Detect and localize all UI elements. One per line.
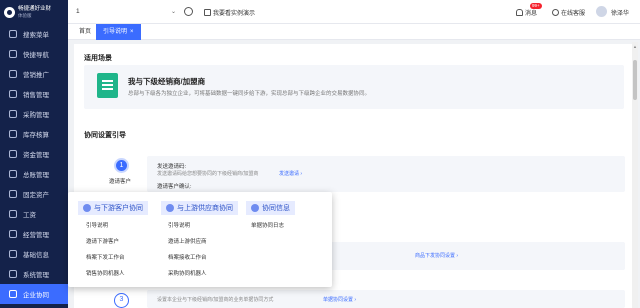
username[interactable]: 徐泽华 — [611, 8, 629, 17]
menu-item-archive-receiving[interactable]: 档案接收工作台 — [168, 254, 207, 270]
scenario-card-title: 我与下级经销商/加盟商 — [128, 77, 206, 86]
step-1-indicator: 1 — [114, 158, 129, 173]
sidebar-item-purchase[interactable]: 采购管理 — [0, 104, 68, 124]
product-sync-settings-link[interactable]: 商品下发协同设置 › — [415, 252, 458, 259]
customer-service-button[interactable]: 在线客服 — [552, 8, 585, 17]
scenario-card-description: 总部与下级各为独立企业，可将基础数据一键同步给下游，实现总部与下级跨企业的交易数… — [128, 91, 371, 97]
downstream-menu-list: 引导说明 邀请下游客户 档案下发工作台 销售协同机器人 — [86, 222, 125, 286]
demo-link[interactable]: 我要看实例演示 — [204, 8, 255, 17]
building-icon — [9, 190, 17, 198]
sidebar-item-enterprise-collaboration[interactable]: 企业协同 — [0, 284, 68, 304]
ledger-icon — [9, 170, 17, 178]
money-icon — [9, 210, 17, 218]
step-1-confirm-title: 邀请客户确认: — [157, 184, 192, 190]
tab-guide[interactable]: 引导说明 × — [96, 24, 141, 40]
close-icon[interactable]: × — [130, 29, 134, 35]
setup-guide-title: 协同设置引导 — [84, 132, 126, 139]
scrollbar-thumb[interactable] — [633, 60, 637, 100]
popup-tab-info[interactable]: 协同信息 — [246, 201, 295, 215]
bell-icon — [516, 9, 523, 16]
sidebar-item-marketing[interactable]: 营销推广 — [0, 64, 68, 84]
sidebar-item-system-management[interactable]: 系统管理 — [0, 264, 68, 284]
info-icon — [9, 250, 17, 258]
sidebar-item-search-menu[interactable]: 搜索菜单 — [0, 24, 68, 44]
collaboration-menu-popup: 与下游客户协同 与上游供应商协同 协同信息 引导说明 邀请下游客户 档案下发工作… — [68, 192, 332, 287]
send-invite-link[interactable]: 发送邀请 › — [279, 170, 302, 177]
wallet-icon — [9, 150, 17, 158]
handshake-icon — [166, 204, 174, 212]
link-icon — [9, 290, 17, 298]
cart-icon — [9, 90, 17, 98]
sidebar-item-business-management[interactable]: 经营管理 — [0, 224, 68, 244]
messages-button[interactable]: 消息 99+ — [516, 3, 542, 17]
menu-item-invite-customer[interactable]: 邀请下游客户 — [86, 238, 125, 254]
popup-tab-upstream[interactable]: 与上游供应商协同 — [161, 201, 238, 215]
menu-item-sales-robot[interactable]: 销售协同机器人 — [86, 270, 125, 286]
sidebar-item-basic-info[interactable]: 基础信息 — [0, 244, 68, 264]
scenario-title: 适用场景 — [84, 55, 112, 62]
chart-icon — [9, 230, 17, 238]
scroll-up-icon[interactable]: ▲ — [633, 44, 637, 49]
box-icon — [9, 110, 17, 118]
message-count-badge: 99+ — [530, 3, 542, 9]
account-set-select[interactable]: 1 ⌄ — [76, 8, 176, 15]
document-icon — [97, 73, 118, 98]
popup-tab-downstream[interactable]: 与下游客户协同 — [78, 201, 148, 215]
app-logo[interactable]: 畅捷通好业财 体验版 — [0, 0, 68, 24]
warehouse-icon — [9, 130, 17, 138]
handshake-icon — [83, 204, 91, 212]
sidebar-item-funds[interactable]: 资金管理 — [0, 144, 68, 164]
info-icon — [251, 204, 259, 212]
step-1-title: 发送邀请码: — [157, 164, 187, 170]
sidebar-item-quick-nav[interactable]: 快捷导航 — [0, 44, 68, 64]
step-3-description: 设置本企业与下级经销商/加盟商的业务单据协同方式 — [157, 297, 274, 303]
monitor-icon — [204, 9, 211, 16]
menu-item-sync-log[interactable]: 单据协同日志 — [251, 222, 284, 238]
grid-icon — [9, 50, 17, 58]
sidebar-item-payroll[interactable]: 工资 — [0, 204, 68, 224]
menu-item-purchase-robot[interactable]: 采购协同机器人 — [168, 270, 207, 286]
step-1-description: 发送邀请码给您想要协同的下级经销商/加盟商 — [157, 171, 259, 177]
chevron-down-icon: ⌄ — [170, 9, 176, 15]
settings-gear-icon[interactable] — [184, 7, 193, 16]
gear-icon — [9, 270, 17, 278]
upstream-menu-list: 引导说明 邀请上游供应商 档案接收工作台 采购协同机器人 — [168, 222, 207, 286]
sidebar: 畅捷通好业财 体验版 搜索菜单 快捷导航 营销推广 销售管理 采购管理 库存核算… — [0, 0, 68, 308]
info-menu-list: 单据协同日志 — [251, 222, 284, 238]
sidebar-nav: 搜索菜单 快捷导航 营销推广 销售管理 采购管理 库存核算 资金管理 总账管理 … — [0, 24, 68, 304]
step-3-card: 设置本企业与下级经销商/加盟商的业务单据协同方式 单据协同设置 › — [147, 290, 625, 308]
vertical-scrollbar[interactable]: ▲ — [632, 42, 638, 308]
menu-item-invite-supplier[interactable]: 邀请上游供应商 — [168, 238, 207, 254]
menu-item-downstream-guide[interactable]: 引导说明 — [86, 222, 125, 238]
scenario-card: 我与下级经销商/加盟商 总部与下级各为独立企业，可将基础数据一键同步给下游，实现… — [84, 65, 624, 109]
sidebar-item-sales[interactable]: 销售管理 — [0, 84, 68, 104]
sidebar-item-inventory[interactable]: 库存核算 — [0, 124, 68, 144]
sidebar-item-general-ledger[interactable]: 总账管理 — [0, 164, 68, 184]
top-bar: 1 ⌄ 我要看实例演示 消息 99+ 在线客服 徐泽华 — [68, 0, 640, 24]
step-1-card: 发送邀请码: 发送邀请码给您想要协同的下级经销商/加盟商 发送邀请 › 邀请客户… — [147, 156, 625, 192]
menu-item-archive-distribution[interactable]: 档案下发工作台 — [86, 254, 125, 270]
search-icon — [9, 30, 17, 38]
logo-icon — [4, 6, 15, 18]
avatar[interactable] — [596, 6, 607, 17]
tab-home[interactable]: 首页 — [72, 24, 98, 40]
page-tabs: 首页 引导说明 × — [68, 24, 640, 40]
headset-icon — [552, 9, 559, 16]
menu-item-upstream-guide[interactable]: 引导说明 — [168, 222, 207, 238]
step-3-indicator: 3 — [114, 293, 129, 308]
step-1-label: 邀请客户 — [109, 179, 132, 185]
sidebar-item-fixed-assets[interactable]: 固定资产 — [0, 184, 68, 204]
logo-subtitle: 体验版 — [18, 12, 32, 18]
megaphone-icon — [9, 70, 17, 78]
document-sync-settings-link[interactable]: 单据协同设置 › — [323, 296, 356, 303]
